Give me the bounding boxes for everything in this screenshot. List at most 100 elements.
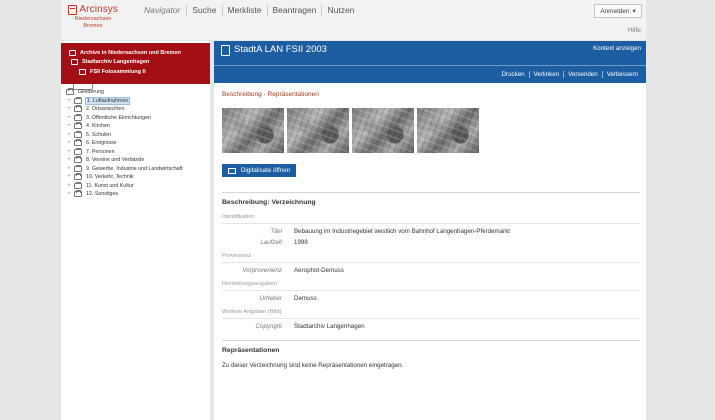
field-label: Copyright (255, 322, 282, 330)
expand-icon[interactable]: + (66, 191, 72, 197)
login-button[interactable]: Anmelden ▾ (594, 4, 642, 18)
group-production: Herstellungsangaben (222, 281, 640, 291)
tree-item-label: 12. Sonstiges (86, 191, 119, 198)
folder-icon (74, 156, 82, 164)
representations-text: Zu dieser Verzeichnung sind keine Repräs… (222, 361, 404, 369)
thumbnail-strip (222, 108, 640, 153)
expand-icon[interactable]: + (66, 132, 72, 138)
expand-icon[interactable]: + (66, 183, 72, 189)
tree-item-label: 1. Luftaufnahmen (85, 96, 131, 105)
field-value: 1998 (294, 238, 308, 246)
folder-icon (74, 147, 82, 155)
breadcrumb-item-stadtarchiv[interactable]: Stadtarchiv Langenhagen (69, 58, 210, 68)
nav-navigator[interactable]: Navigator (139, 5, 186, 16)
folder-icon (74, 105, 82, 113)
tree-item[interactable]: +5. Schulen (66, 130, 206, 140)
field-label: Vorprovenienz (242, 266, 282, 274)
divider (222, 191, 640, 193)
chevron-down-icon: ▾ (632, 8, 636, 15)
print-link[interactable]: Drucken (498, 71, 529, 78)
logo-name: Arcinsys (79, 4, 118, 15)
expand-icon[interactable]: + (66, 123, 72, 129)
group-provenance: Provenienz (222, 253, 640, 263)
link-link[interactable]: Verlinken (528, 71, 563, 78)
expand-icon[interactable]: + (66, 140, 72, 146)
building-icon (71, 59, 78, 66)
tree-item[interactable]: +4. Kirchen (66, 122, 206, 131)
expand-icon[interactable]: + (66, 157, 72, 163)
tree-item[interactable]: +6. Ereignisse (66, 139, 206, 148)
aerial-thumbnail-4[interactable] (417, 108, 479, 153)
aerial-thumbnail-3[interactable] (352, 108, 414, 153)
nav-use[interactable]: Nutzen (321, 5, 359, 16)
field-label: Urheber (259, 294, 282, 302)
tree-item[interactable]: +1. Luftaufnahmen (66, 96, 206, 106)
nav-request[interactable]: Beantragen (266, 5, 322, 16)
description-heading: Beschreibung: Verzeichnung (222, 198, 316, 206)
expand-icon[interactable]: + (66, 166, 72, 172)
group-further: Weitere Angaben (Bild) (222, 309, 640, 319)
folder-icon (74, 113, 82, 121)
group-identification: Identifikation (222, 214, 640, 224)
improve-link[interactable]: Verbessern (601, 71, 642, 78)
tree-item[interactable]: +3. Öffentliche Einrichtungen (66, 113, 206, 123)
tree-item-label: 3. Öffentliche Einrichtungen (86, 114, 151, 121)
folder-icon (74, 96, 82, 104)
arcinsys-logo[interactable]: Arcinsys Niedersachsen Bremen (68, 4, 118, 34)
tree-item[interactable]: +11. Kunst und Kultur (66, 181, 206, 191)
nav-search[interactable]: Suche (186, 5, 221, 16)
folder-icon (74, 139, 82, 147)
breadcrumb-item-fotosammlung[interactable]: FSII Fotosammlung II (69, 67, 210, 77)
show-context-link[interactable]: Kontext anzeigen (593, 45, 641, 52)
section-label: Beschreibung - Repräsentationen (222, 91, 319, 98)
collection-icon (79, 68, 86, 75)
field-label: Titel (270, 227, 282, 235)
tree-item-label: 8. Vereine und Verbände (86, 157, 145, 164)
folder-icon (74, 164, 82, 172)
login-label: Anmelden (600, 7, 630, 15)
archive-breadcrumb: Archive in Niedersachsen und Bremen Stad… (61, 43, 210, 84)
tree-item-label: 4. Kirchen (86, 123, 110, 130)
archive-icon (69, 49, 76, 56)
top-header: Arcinsys Niedersachsen Bremen Navigator … (61, 0, 646, 40)
open-digitals-button[interactable]: Digitalisate öffnen (222, 164, 297, 177)
expand-icon[interactable]: + (66, 174, 72, 180)
tree-item[interactable]: +12. Sonstiges (66, 190, 206, 199)
aerial-thumbnail-1[interactable] (222, 108, 284, 153)
document-icon (221, 45, 230, 56)
help-link[interactable]: Hilfe (628, 27, 641, 34)
tree-item[interactable]: +9. Gewerbe, Industrie und Landwirtschaf… (66, 164, 206, 174)
expand-icon[interactable]: + (66, 149, 72, 155)
main-navigation: Navigator Suche Merkliste Beantragen Nut… (139, 5, 359, 16)
send-link[interactable]: Versenden (563, 71, 602, 78)
record-actions: Drucken Verlinken Versenden Verbessern (498, 71, 642, 78)
breadcrumb-item-archives[interactable]: Archive in Niedersachsen und Bremen (69, 48, 210, 58)
record-content: Beschreibung - Repräsentationen Digitali… (222, 91, 640, 369)
tree-item-label: 10. Verkehr, Technik (86, 174, 134, 181)
tree-item[interactable]: +2. Ortsansichten (66, 105, 206, 114)
monitor-icon (228, 167, 236, 174)
aerial-thumbnail-2[interactable] (287, 108, 349, 153)
expand-icon[interactable]: + (66, 106, 72, 112)
nav-bookmarks[interactable]: Merkliste (221, 5, 267, 16)
record-title: StadtA LAN FSII 2003 (234, 44, 327, 55)
detail-header: StadtA LAN FSII 2003 Kontext anzeigen Dr… (214, 41, 646, 83)
detail-panel: StadtA LAN FSII 2003 Kontext anzeigen Dr… (214, 41, 646, 420)
logo-subtitle: Niedersachsen Bremen (74, 16, 112, 29)
tree-item-label: 7. Personen (86, 148, 115, 155)
folder-icon (74, 122, 82, 130)
archive-logo-icon (68, 4, 78, 15)
folder-icon (74, 173, 82, 181)
tree-root[interactable]: Gliederung (66, 88, 206, 97)
field-value: Stadtarchiv Langenhagen (294, 322, 365, 330)
tree-item[interactable]: +8. Vereine und Verbände (66, 156, 206, 165)
open-digitals-label: Digitalisate öffnen (241, 167, 291, 174)
expand-icon[interactable]: + (66, 98, 72, 104)
header-divider (214, 65, 646, 66)
expand-icon[interactable]: + (66, 115, 72, 121)
tree-item[interactable]: +7. Personen (66, 147, 206, 157)
tree-item[interactable]: +10. Verkehr, Technik (66, 173, 206, 182)
field-value: Bebauung im Industriegebiet westlich vom… (294, 227, 511, 235)
folder-icon (66, 88, 74, 96)
field-copyright: Copyright Stadtarchiv Langenhagen (222, 323, 640, 330)
